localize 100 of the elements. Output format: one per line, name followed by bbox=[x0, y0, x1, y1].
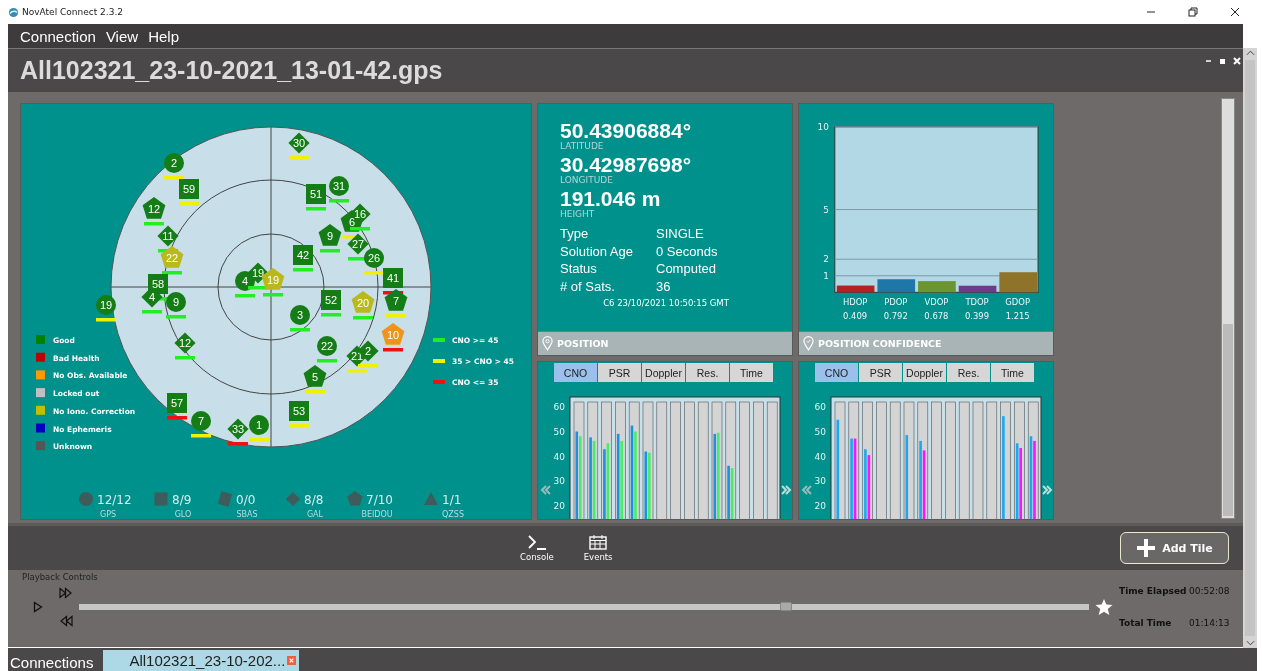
plus-icon bbox=[1136, 538, 1157, 558]
chart-tab[interactable]: Res. bbox=[686, 363, 729, 382]
chart-tab[interactable]: CNO bbox=[554, 363, 597, 382]
axis-tick-label: 50 bbox=[553, 427, 565, 437]
axis-tick-label: 30 bbox=[553, 476, 565, 487]
scrollbar[interactable] bbox=[1243, 48, 1257, 648]
satellite-count: 7/10 bbox=[366, 493, 393, 507]
restore-icon[interactable] bbox=[1219, 56, 1227, 65]
restore-icon[interactable] bbox=[1188, 7, 1198, 17]
chart-tab[interactable]: CNO bbox=[815, 363, 858, 382]
toolbar-label[interactable]: Events bbox=[583, 552, 613, 562]
coordinate-value: 30.42987698° bbox=[560, 154, 693, 175]
document-tab[interactable]: All102321_23-10-202... bbox=[103, 650, 300, 671]
axis-tick-label: 20 bbox=[814, 500, 826, 511]
detail-value: Computed bbox=[656, 260, 717, 278]
window-title: NovAtel Connect 2.3.2 bbox=[22, 7, 123, 17]
axis-tick-label: 60 bbox=[553, 402, 565, 413]
detail-label: Solution Age bbox=[560, 242, 634, 260]
axis-tick-label: 40 bbox=[553, 451, 565, 462]
play-icon[interactable] bbox=[33, 601, 43, 613]
constellation-label: BEIDOU bbox=[361, 510, 393, 519]
detail-value: SINGLE bbox=[656, 225, 705, 243]
square-icon bbox=[154, 492, 168, 506]
tile-title: POSITION CONFIDENCE bbox=[818, 338, 942, 349]
coordinate-value: 50.43906884° bbox=[560, 120, 693, 141]
chevron-left-icon[interactable] bbox=[801, 485, 812, 495]
detail-value: 0 Seconds bbox=[656, 242, 719, 260]
axis-category-label: VDOP bbox=[924, 297, 949, 308]
constellation-label: GAL bbox=[306, 510, 324, 519]
axis-tick-label: 50 bbox=[814, 427, 826, 437]
terminal-icon[interactable] bbox=[525, 534, 548, 550]
chevron-right-icon[interactable] bbox=[781, 485, 792, 495]
axis-category-label: HDOP bbox=[842, 297, 868, 308]
time-value: 01:14:13 bbox=[1189, 618, 1230, 628]
menu-item[interactable]: Connection bbox=[20, 27, 96, 45]
constellation-label: QZSS bbox=[442, 510, 464, 519]
chart-tab[interactable]: Time bbox=[730, 363, 773, 382]
document-title: All102321_23-10-2021_13-01-42.gps bbox=[20, 56, 443, 85]
axis-tick-label: 60 bbox=[814, 402, 826, 413]
scroll-down-icon[interactable] bbox=[1245, 640, 1255, 646]
axis-tick-label: 20 bbox=[553, 500, 565, 511]
chart-tab[interactable]: PSR bbox=[598, 363, 641, 382]
time-label: Time Elapsed bbox=[1119, 586, 1188, 596]
close-icon[interactable] bbox=[1230, 7, 1240, 17]
chart-tab[interactable]: Doppler bbox=[642, 363, 685, 382]
time-label: Total Time bbox=[1119, 618, 1173, 628]
value-label: 0.678 bbox=[924, 311, 949, 322]
toolbar-label[interactable]: Console bbox=[520, 552, 554, 562]
menu-item[interactable]: View bbox=[105, 27, 139, 45]
pentagon-icon bbox=[347, 491, 363, 506]
star-icon[interactable] bbox=[1095, 598, 1113, 616]
location-pin-icon bbox=[542, 336, 553, 351]
axis-category-label: GDOP bbox=[1005, 297, 1031, 308]
chevron-left-icon[interactable] bbox=[540, 485, 551, 495]
constellation-label: GLO bbox=[174, 510, 192, 519]
axis-tick-label: 1 bbox=[823, 270, 829, 281]
location-pin-icon bbox=[803, 336, 814, 351]
section-label: Playback Controls bbox=[22, 572, 99, 582]
tile-title: POSITION bbox=[557, 338, 609, 349]
scroll-up-icon[interactable] bbox=[1245, 50, 1255, 56]
coordinate-value: 191.046 m bbox=[560, 188, 662, 209]
value-label: 1.215 bbox=[1005, 311, 1030, 322]
satellite-count: 12/12 bbox=[97, 493, 132, 507]
constellation-label: SBAS bbox=[236, 510, 258, 519]
chart-tab[interactable]: Doppler bbox=[903, 363, 946, 382]
calendar-icon[interactable] bbox=[587, 534, 610, 550]
app-logo-icon bbox=[8, 6, 19, 18]
satellite-count: 1/1 bbox=[442, 493, 462, 507]
chart-tab[interactable]: Time bbox=[991, 363, 1034, 382]
chart-tab[interactable]: Res. bbox=[947, 363, 990, 382]
playback-slider[interactable] bbox=[79, 604, 1089, 610]
coordinate-label: LONGITUDE bbox=[560, 175, 614, 185]
satellite-count: 0/0 bbox=[236, 493, 256, 507]
time-value: 00:52:08 bbox=[1189, 586, 1230, 596]
coordinate-label: LATITUDE bbox=[560, 141, 605, 151]
axis-tick-label: 2 bbox=[823, 254, 829, 265]
chart-tab[interactable]: PSR bbox=[859, 363, 902, 382]
rewind-icon[interactable] bbox=[59, 615, 73, 627]
axis-tick-label: 30 bbox=[814, 476, 826, 487]
coordinate-label: HEIGHT bbox=[560, 209, 596, 219]
add-tile-button[interactable]: Add Tile bbox=[1120, 532, 1229, 564]
detail-value: 36 bbox=[656, 277, 672, 295]
chevron-right-icon[interactable] bbox=[1042, 485, 1053, 495]
fast-forward-icon[interactable] bbox=[59, 587, 73, 599]
detail-label: Status bbox=[560, 260, 598, 278]
scrollbar[interactable] bbox=[1221, 98, 1235, 519]
value-label: 0.399 bbox=[965, 311, 990, 322]
axis-category-label: TDOP bbox=[965, 297, 989, 308]
axis-tick-label: 5 bbox=[823, 204, 829, 215]
axis-category-label: PDOP bbox=[884, 297, 908, 308]
triangle-icon bbox=[424, 492, 438, 505]
value-label: 0.792 bbox=[883, 311, 908, 322]
satellite-count: 8/8 bbox=[304, 493, 324, 507]
slider-thumb[interactable] bbox=[780, 602, 792, 611]
value-label: 0.409 bbox=[843, 311, 868, 322]
detail-label: Type bbox=[560, 225, 590, 243]
axis-tick-label: 40 bbox=[814, 451, 826, 462]
axis-tick-label: 10 bbox=[817, 121, 829, 132]
constellation-label: GPS bbox=[99, 510, 117, 519]
menu-item[interactable]: Help bbox=[148, 27, 179, 45]
